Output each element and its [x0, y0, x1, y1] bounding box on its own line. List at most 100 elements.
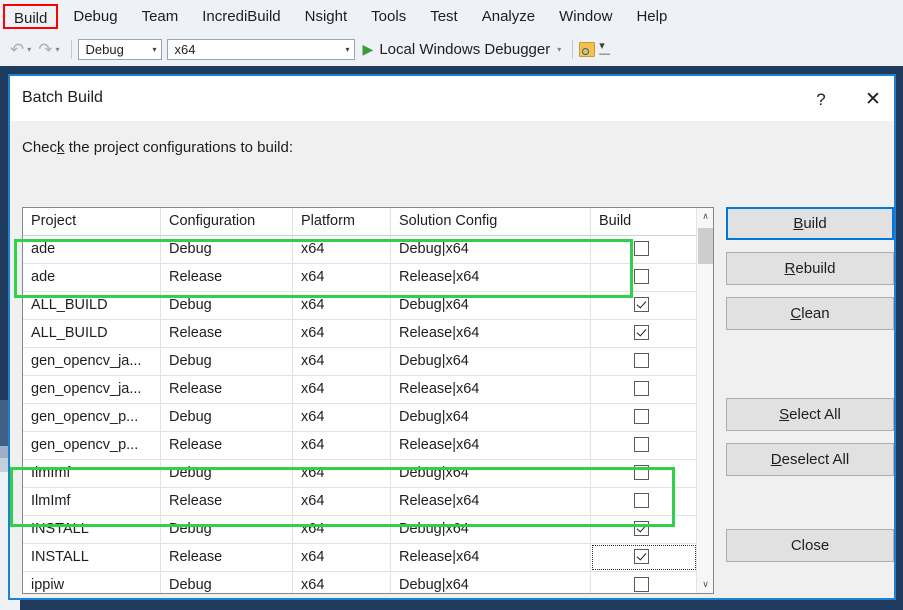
table-row[interactable]: gen_opencv_ja... Debug x64 Debug|x64 — [23, 348, 697, 376]
cell-configuration[interactable]: Release — [161, 320, 293, 347]
cell-solution-config[interactable]: Release|x64 — [391, 376, 591, 403]
close-button[interactable]: Close — [726, 529, 894, 562]
menu-item-incredibuild[interactable]: IncrediBuild — [190, 0, 292, 33]
menu-item-help[interactable]: Help — [624, 0, 679, 33]
chevron-down-icon[interactable]: ▾ — [556, 45, 566, 54]
cell-project[interactable]: IlmImf — [23, 460, 161, 487]
cell-solution-config[interactable]: Debug|x64 — [391, 236, 591, 263]
cell-platform[interactable]: x64 — [293, 236, 391, 263]
cell-build[interactable] — [591, 236, 697, 263]
menu-item-debug[interactable]: Debug — [61, 0, 129, 33]
cell-project[interactable]: IlmImf — [23, 488, 161, 515]
cell-build[interactable] — [591, 264, 697, 291]
cell-project[interactable]: INSTALL — [23, 516, 161, 543]
cell-build[interactable] — [591, 348, 697, 375]
cell-build[interactable] — [591, 320, 697, 347]
cell-solution-config[interactable]: Debug|x64 — [391, 404, 591, 431]
table-row[interactable]: IlmImf Release x64 Release|x64 — [23, 488, 697, 516]
grid-column-header[interactable]: Build — [591, 208, 697, 235]
undo-dropdown-icon[interactable]: ▾ — [26, 45, 36, 54]
build-checkbox[interactable] — [634, 493, 649, 508]
search-folder-icon[interactable] — [579, 42, 596, 57]
build-checkbox[interactable] — [634, 241, 649, 256]
cell-build[interactable] — [591, 376, 697, 403]
cell-project[interactable]: ade — [23, 236, 161, 263]
menu-item-analyze[interactable]: Analyze — [470, 0, 547, 33]
scrollbar-thumb[interactable] — [698, 228, 713, 264]
cell-solution-config[interactable]: Release|x64 — [391, 320, 591, 347]
cell-configuration[interactable]: Release — [161, 264, 293, 291]
cell-configuration[interactable]: Debug — [161, 236, 293, 263]
toolbar-overflow-icon[interactable]: ▾ ― — [599, 40, 610, 59]
cell-build[interactable] — [591, 292, 697, 319]
cell-project[interactable]: gen_opencv_p... — [23, 404, 161, 431]
build-button[interactable]: Build — [726, 207, 894, 240]
cell-project[interactable]: INSTALL — [23, 544, 161, 571]
table-row[interactable]: gen_opencv_p... Release x64 Release|x64 — [23, 432, 697, 460]
build-checkbox[interactable] — [634, 325, 649, 340]
cell-configuration[interactable]: Debug — [161, 292, 293, 319]
grid-column-header[interactable]: Configuration — [161, 208, 293, 235]
build-checkbox[interactable] — [634, 297, 649, 312]
undo-icon[interactable]: ↶ — [8, 40, 26, 60]
table-row[interactable]: gen_opencv_ja... Release x64 Release|x64 — [23, 376, 697, 404]
cell-platform[interactable]: x64 — [293, 348, 391, 375]
cell-solution-config[interactable]: Release|x64 — [391, 264, 591, 291]
redo-dropdown-icon[interactable]: ▾ — [55, 45, 65, 54]
cell-project[interactable]: gen_opencv_ja... — [23, 348, 161, 375]
cell-platform[interactable]: x64 — [293, 432, 391, 459]
cell-build[interactable] — [591, 460, 697, 487]
cell-configuration[interactable]: Release — [161, 432, 293, 459]
cell-configuration[interactable]: Debug — [161, 516, 293, 543]
cell-build[interactable] — [591, 516, 697, 543]
cell-platform[interactable]: x64 — [293, 516, 391, 543]
clean-button[interactable]: Clean — [726, 297, 894, 330]
build-checkbox[interactable] — [634, 409, 649, 424]
cell-solution-config[interactable]: Debug|x64 — [391, 348, 591, 375]
build-checkbox[interactable] — [634, 521, 649, 536]
cell-platform[interactable]: x64 — [293, 460, 391, 487]
cell-platform[interactable]: x64 — [293, 320, 391, 347]
cell-build[interactable] — [591, 432, 697, 459]
table-row[interactable]: gen_opencv_p... Debug x64 Debug|x64 — [23, 404, 697, 432]
cell-build[interactable] — [591, 404, 697, 431]
cell-platform[interactable]: x64 — [293, 292, 391, 319]
cell-configuration[interactable]: Debug — [161, 348, 293, 375]
cell-project[interactable]: ALL_BUILD — [23, 292, 161, 319]
rebuild-button[interactable]: Rebuild — [726, 252, 894, 285]
cell-platform[interactable]: x64 — [293, 404, 391, 431]
table-row[interactable]: ALL_BUILD Release x64 Release|x64 — [23, 320, 697, 348]
menu-item-nsight[interactable]: Nsight — [293, 0, 360, 33]
grid-column-header[interactable]: Solution Config — [391, 208, 591, 235]
cell-configuration[interactable]: Debug — [161, 460, 293, 487]
cell-project[interactable]: ippiw — [23, 572, 161, 593]
grid-column-header[interactable]: Project — [23, 208, 161, 235]
cell-build[interactable] — [591, 488, 697, 515]
build-checkbox[interactable] — [634, 381, 649, 396]
redo-icon[interactable]: ↷ — [36, 40, 54, 60]
cell-solution-config[interactable]: Debug|x64 — [391, 292, 591, 319]
build-checkbox[interactable] — [634, 465, 649, 480]
cell-platform[interactable]: x64 — [293, 544, 391, 571]
cell-solution-config[interactable]: Release|x64 — [391, 488, 591, 515]
close-icon[interactable]: ✕ — [858, 88, 888, 112]
cell-configuration[interactable]: Debug — [161, 572, 293, 593]
table-row[interactable]: ade Debug x64 Debug|x64 — [23, 236, 697, 264]
build-checkbox[interactable] — [634, 549, 649, 564]
cell-platform[interactable]: x64 — [293, 488, 391, 515]
cell-build[interactable]: ⌄ — [591, 544, 697, 571]
cell-configuration[interactable]: Release — [161, 376, 293, 403]
build-checkbox[interactable] — [634, 577, 649, 592]
cell-solution-config[interactable]: Debug|x64 — [391, 460, 591, 487]
deselect-all-button[interactable]: Deselect All — [726, 443, 894, 476]
table-row[interactable]: ade Release x64 Release|x64 — [23, 264, 697, 292]
cell-project[interactable]: ade — [23, 264, 161, 291]
table-row[interactable]: IlmImf Debug x64 Debug|x64 — [23, 460, 697, 488]
build-checkbox[interactable] — [634, 353, 649, 368]
menu-item-tools[interactable]: Tools — [359, 0, 418, 33]
build-checkbox[interactable] — [634, 269, 649, 284]
select-all-button[interactable]: Select All — [726, 398, 894, 431]
grid-column-header[interactable]: Platform — [293, 208, 391, 235]
cell-build[interactable] — [591, 572, 697, 593]
start-debug-label[interactable]: Local Windows Debugger — [379, 41, 550, 58]
